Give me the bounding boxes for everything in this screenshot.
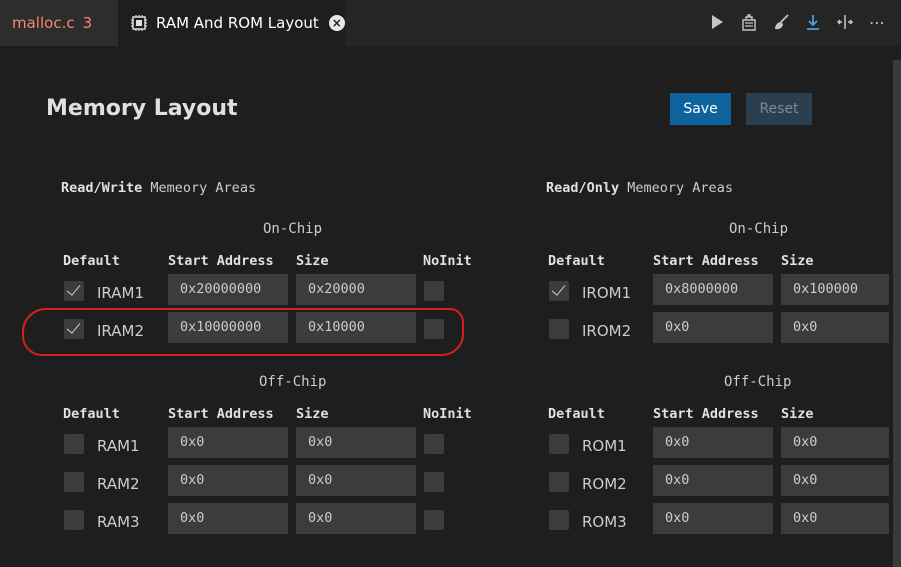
- iram1-start-input[interactable]: 0x20000000: [168, 274, 288, 305]
- irom1-size-input[interactable]: 0x100000: [781, 274, 889, 305]
- iram1-size-input[interactable]: 0x20000: [296, 274, 416, 305]
- rw-section-title: Read/Write Memeory Areas: [61, 180, 257, 196]
- ram2-size-input[interactable]: 0x0: [296, 465, 416, 496]
- ram2-noinit-checkbox[interactable]: [424, 472, 444, 492]
- ro-onchip-title: On-Chip: [729, 221, 789, 237]
- ro-col-start: Start Address: [653, 253, 759, 269]
- ro-offchip-title: Off-Chip: [724, 374, 792, 390]
- rw-off-col-start: Start Address: [168, 406, 274, 422]
- ro-section-title: Read/Only Memeory Areas: [546, 180, 733, 196]
- tab-malloc-label: malloc.c: [12, 14, 75, 32]
- ram1-default-checkbox[interactable]: [64, 434, 84, 454]
- tab-ram-rom-layout[interactable]: RAM And ROM Layout ×: [118, 0, 345, 46]
- ro-col-size: Size: [781, 253, 814, 269]
- irom1-label: IROM1: [582, 284, 632, 302]
- ram2-start-input[interactable]: 0x0: [168, 465, 288, 496]
- ram3-label: RAM3: [97, 513, 140, 531]
- tab-bar: malloc.c 3 RAM And ROM Layout × ⋯: [0, 0, 901, 46]
- rom2-label: ROM2: [582, 475, 627, 493]
- ram2-label: RAM2: [97, 475, 140, 493]
- rw-offchip-title: Off-Chip: [259, 374, 327, 390]
- rom2-start-input[interactable]: 0x0: [653, 465, 773, 496]
- save-button[interactable]: Save: [670, 93, 731, 125]
- clean-icon[interactable]: [771, 12, 791, 32]
- chip-icon: [130, 14, 148, 32]
- rw-col-default: Default: [63, 253, 120, 269]
- rw-col-start: Start Address: [168, 253, 274, 269]
- rw-off-col-size: Size: [296, 406, 329, 422]
- rw-col-noinit: NoInit: [423, 253, 472, 269]
- reset-button[interactable]: Reset: [746, 93, 812, 125]
- irom1-default-checkbox[interactable]: [549, 281, 569, 301]
- rom2-default-checkbox[interactable]: [549, 472, 569, 492]
- more-icon[interactable]: ⋯: [867, 12, 887, 32]
- page-title: Memory Layout: [46, 96, 238, 121]
- irom2-size-input[interactable]: 0x0: [781, 312, 889, 343]
- tab-malloc[interactable]: malloc.c 3: [0, 0, 118, 46]
- rw-off-col-noinit: NoInit: [423, 406, 472, 422]
- rom3-label: ROM3: [582, 513, 627, 531]
- iram1-label: IRAM1: [97, 284, 144, 302]
- download-icon[interactable]: [803, 12, 823, 32]
- rom1-start-input[interactable]: 0x0: [653, 427, 773, 458]
- problem-count-badge: 3: [82, 14, 93, 32]
- ram1-start-input[interactable]: 0x0: [168, 427, 288, 458]
- ram3-start-input[interactable]: 0x0: [168, 503, 288, 534]
- irom2-label: IROM2: [582, 322, 632, 340]
- tab-ram-rom-label: RAM And ROM Layout: [156, 14, 319, 32]
- ram3-default-checkbox[interactable]: [64, 510, 84, 530]
- scrollbar[interactable]: [893, 60, 901, 567]
- ram1-noinit-checkbox[interactable]: [424, 434, 444, 454]
- split-icon[interactable]: [835, 12, 855, 32]
- ram2-default-checkbox[interactable]: [64, 472, 84, 492]
- ro-off-col-default: Default: [548, 406, 605, 422]
- red-annotation-outline: [22, 308, 464, 356]
- rw-col-size: Size: [296, 253, 329, 269]
- rom1-size-input[interactable]: 0x0: [781, 427, 889, 458]
- rom1-label: ROM1: [582, 437, 627, 455]
- rom1-default-checkbox[interactable]: [549, 434, 569, 454]
- ram3-noinit-checkbox[interactable]: [424, 510, 444, 530]
- ram1-label: RAM1: [97, 437, 140, 455]
- rom2-size-input[interactable]: 0x0: [781, 465, 889, 496]
- ro-off-col-size: Size: [781, 406, 814, 422]
- rom3-size-input[interactable]: 0x0: [781, 503, 889, 534]
- ram1-size-input[interactable]: 0x0: [296, 427, 416, 458]
- irom2-default-checkbox[interactable]: [549, 319, 569, 339]
- rom3-default-checkbox[interactable]: [549, 510, 569, 530]
- iram1-noinit-checkbox[interactable]: [424, 281, 444, 301]
- iram1-default-checkbox[interactable]: [64, 281, 84, 301]
- ram3-size-input[interactable]: 0x0: [296, 503, 416, 534]
- irom2-start-input[interactable]: 0x0: [653, 312, 773, 343]
- ro-col-default: Default: [548, 253, 605, 269]
- rw-onchip-title: On-Chip: [263, 221, 323, 237]
- close-icon[interactable]: ×: [328, 15, 345, 31]
- build-icon[interactable]: [739, 12, 759, 32]
- editor-actions: ⋯: [707, 12, 887, 32]
- ro-off-col-start: Start Address: [653, 406, 759, 422]
- rw-off-col-default: Default: [63, 406, 120, 422]
- play-icon[interactable]: [707, 12, 727, 32]
- irom1-start-input[interactable]: 0x8000000: [653, 274, 773, 305]
- rom3-start-input[interactable]: 0x0: [653, 503, 773, 534]
